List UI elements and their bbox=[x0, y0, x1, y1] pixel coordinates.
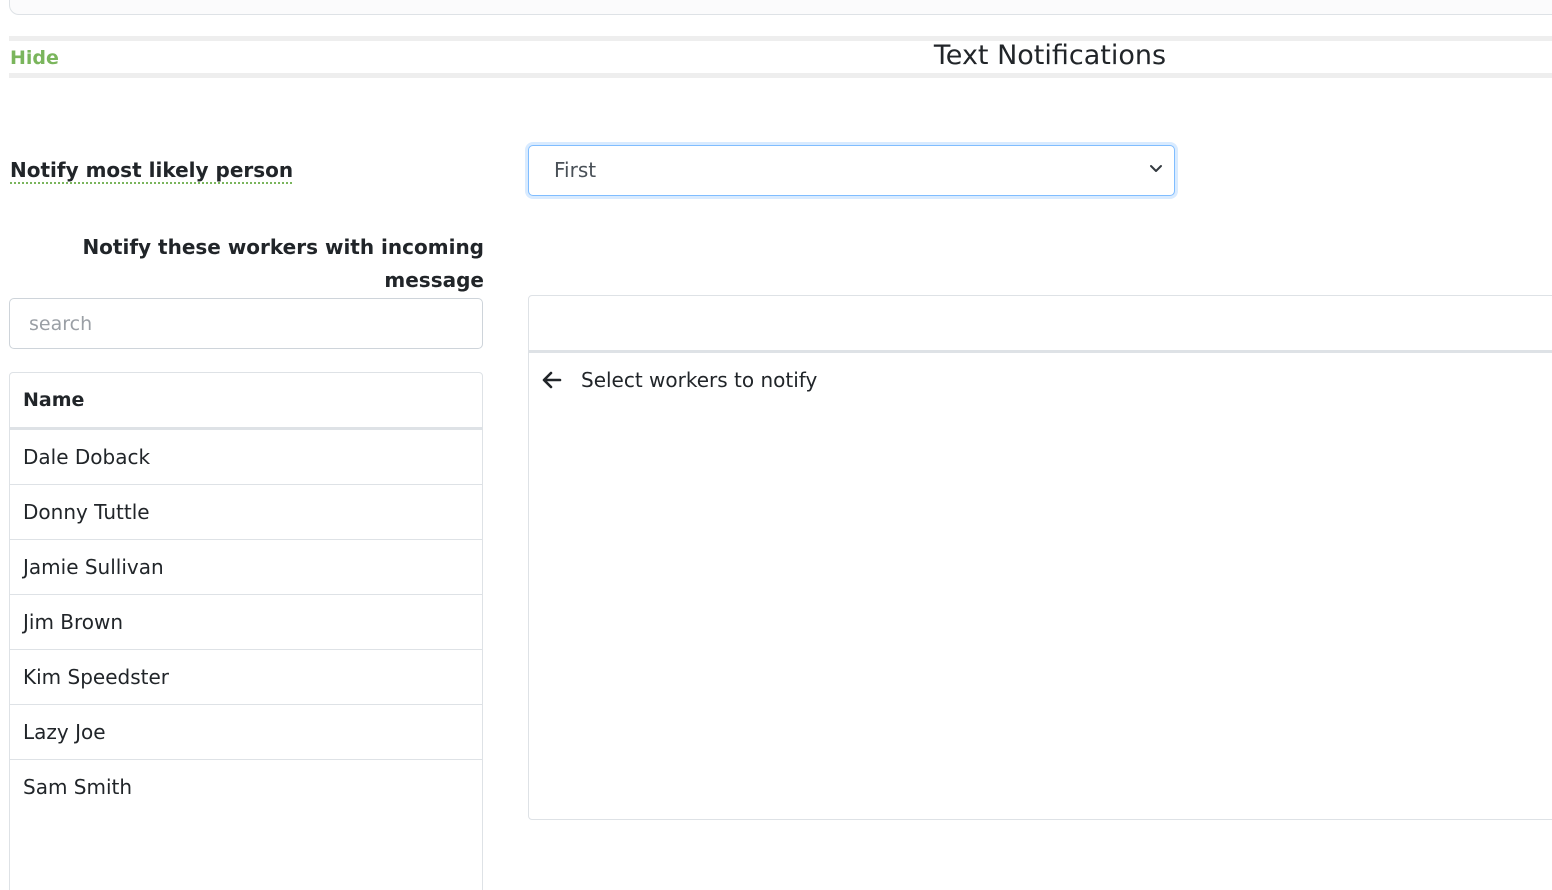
notify-most-likely-select[interactable]: First bbox=[528, 145, 1175, 196]
section-title: Text Notifications bbox=[933, 40, 1167, 71]
worker-row[interactable]: Jim Brown bbox=[10, 595, 482, 650]
chevron-down-icon bbox=[1150, 165, 1162, 172]
workers-list: Dale Doback Donny Tuttle Jamie Sullivan Jim… bbox=[10, 430, 482, 815]
notifications-page: Hide Text Notifications Notify most like… bbox=[0, 0, 1552, 890]
name-column-header[interactable]: Name bbox=[10, 373, 482, 430]
hide-link[interactable]: Hide bbox=[10, 47, 59, 69]
worker-row[interactable]: Dale Doback bbox=[10, 430, 482, 485]
worker-row[interactable]: Donny Tuttle bbox=[10, 485, 482, 540]
notify-workers-label: Notify these workers with incoming messa… bbox=[82, 235, 484, 292]
select-value: First bbox=[554, 158, 597, 182]
worker-row[interactable]: Kim Speedster bbox=[10, 650, 482, 705]
notify-most-likely-label: Notify most likely person bbox=[10, 158, 294, 182]
worker-row[interactable]: Sam Smith bbox=[10, 760, 482, 815]
worker-search-input[interactable] bbox=[9, 298, 483, 349]
selected-workers-panel: Select workers to notify bbox=[528, 295, 1552, 820]
arrow-left-icon bbox=[542, 371, 562, 389]
selected-workers-header bbox=[529, 296, 1552, 353]
workers-table: Name Dale Doback Donny Tuttle Jamie Sulliv… bbox=[9, 372, 483, 890]
select-workers-hint: Select workers to notify bbox=[541, 366, 817, 394]
worker-row[interactable]: Jamie Sullivan bbox=[10, 540, 482, 595]
section-header-band bbox=[9, 36, 1552, 78]
worker-row[interactable]: Lazy Joe bbox=[10, 705, 482, 760]
top-card-edge bbox=[9, 0, 1552, 15]
select-workers-hint-text: Select workers to notify bbox=[581, 368, 818, 392]
